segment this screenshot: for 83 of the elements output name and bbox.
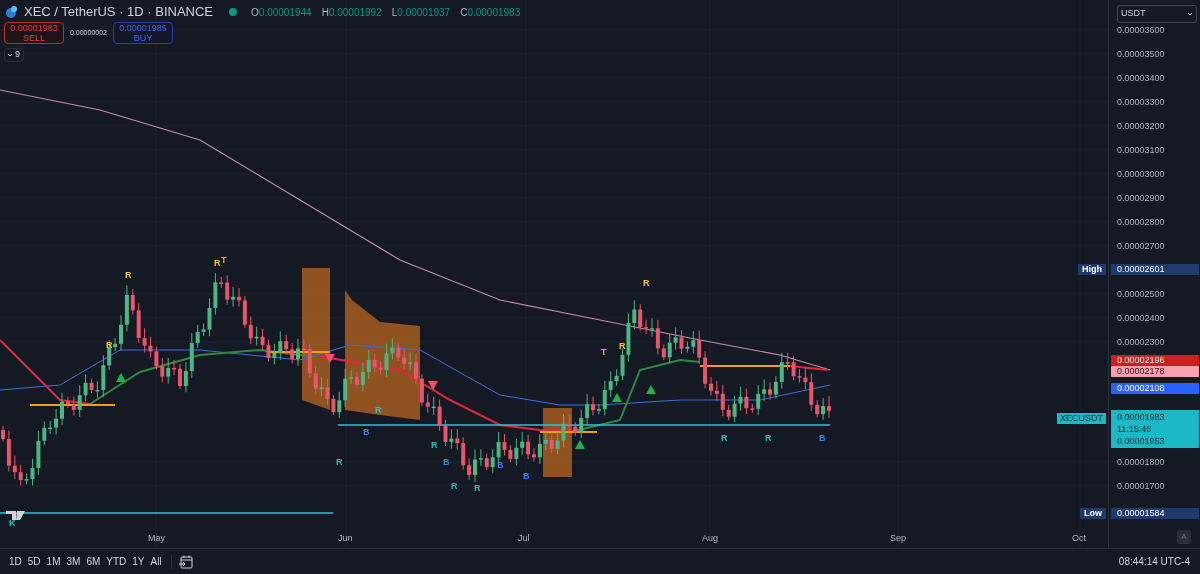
price-tick-label: 0.00003100 — [1117, 145, 1165, 155]
time-axis-label: Aug — [702, 532, 718, 545]
signal-label: R — [106, 340, 113, 350]
signal-label: T — [221, 255, 227, 265]
range-button[interactable]: 3M — [63, 554, 84, 569]
symbol-title: XEC / TetherUS · 1D · BINANCE — [24, 3, 214, 22]
price-extreme-value: 0.00002601 — [1111, 264, 1199, 276]
signal-label: B — [497, 460, 504, 470]
price-tick-label: 0.00002500 — [1117, 289, 1165, 299]
indicators-toggle[interactable]: 9 — [4, 48, 24, 62]
signal-label: R — [125, 270, 132, 280]
signal-label: R — [214, 258, 221, 268]
bar-countdown: 11:15:46 — [1117, 423, 1153, 436]
signal-label: B — [443, 457, 450, 467]
range-button[interactable]: YTD — [103, 554, 130, 569]
signal-label: R — [765, 433, 772, 443]
buy-triangle-icon — [116, 373, 126, 382]
buy-triangle-icon — [575, 440, 585, 449]
range-button[interactable]: 5D — [24, 554, 44, 569]
platform-logo-icon — [6, 511, 25, 520]
time-axis-label: Sep — [890, 532, 906, 545]
currency-dropdown[interactable]: USDT — [1117, 5, 1197, 23]
price-tick-label: 0.00003600 — [1117, 25, 1165, 35]
buy-triangle-icon — [646, 385, 656, 394]
sell-button[interactable]: 0.00001983 SELL — [4, 22, 64, 44]
buy-triangle-icon — [612, 393, 622, 402]
current-price-value: 0.00001983 — [1117, 411, 1166, 424]
price-tick-label: 0.00002900 — [1117, 193, 1165, 203]
signal-label: R — [619, 341, 626, 351]
time-axis-label: Jul — [518, 532, 530, 545]
signal-label: R — [375, 405, 382, 415]
signal-label: R — [451, 481, 458, 491]
time-axis-label: Oct — [1072, 532, 1086, 545]
range-button[interactable]: 1M — [43, 554, 64, 569]
current-price-value: 0.00001953 — [1117, 435, 1166, 448]
level-line — [539, 431, 598, 433]
signal-label: R — [474, 483, 481, 493]
price-extreme-value: 0.00001584 — [1111, 508, 1199, 520]
ohlc-value: O0.00001944 — [251, 5, 313, 20]
price-level-label: 0.00002178 — [1111, 365, 1199, 377]
ohlc-value: C0.00001983 — [460, 5, 522, 20]
price-level-label: 0.00002108 — [1111, 382, 1199, 394]
signal-label: R — [721, 433, 728, 443]
signal-label: R — [643, 278, 650, 288]
symbol-label: XECUSDT — [1057, 412, 1106, 424]
price-tick-label: 0.00002700 — [1117, 241, 1165, 251]
range-button[interactable]: 6M — [83, 554, 104, 569]
clock: 08:44:14 UTC-4 — [1118, 555, 1190, 569]
time-axis-label: May — [148, 532, 165, 545]
coin-logo-icon — [4, 5, 18, 19]
ohlc-value: H0.00001992 — [321, 5, 383, 20]
market-status-icon — [229, 8, 238, 16]
chevron-down-icon — [7, 52, 13, 58]
signal-label: B — [523, 471, 530, 481]
price-tick-label: 0.00003200 — [1117, 121, 1165, 131]
time-axis-label: Jun — [338, 532, 353, 545]
signal-label: R — [431, 440, 438, 450]
chevron-down-icon — [1187, 11, 1193, 17]
sell-triangle-icon — [428, 381, 438, 390]
signal-label: K — [9, 518, 16, 528]
price-level-label: 0.00002196 — [1111, 354, 1199, 366]
price-tick-label: 0.00002400 — [1117, 313, 1165, 323]
signal-label: B — [363, 427, 370, 437]
signal-label: B — [819, 433, 826, 443]
price-tick-label: 0.00003000 — [1117, 169, 1165, 179]
range-button[interactable]: 1Y — [129, 554, 148, 569]
range-button[interactable]: 1D — [6, 554, 25, 569]
price-tick-label: 0.00003300 — [1117, 97, 1165, 107]
range-button[interactable]: All — [147, 554, 165, 569]
ohlc-value: L0.00001937 — [391, 5, 452, 20]
price-tick-label: 0.00003400 — [1117, 73, 1165, 83]
date-range-button[interactable] — [177, 553, 194, 570]
price-tick-label: 0.00002800 — [1117, 217, 1165, 227]
sell-triangle-icon — [325, 354, 335, 363]
price-tick-label: 0.00001700 — [1117, 481, 1165, 491]
price-tick-label: 0.00003500 — [1117, 49, 1165, 59]
price-extreme-label: Low — [1080, 508, 1106, 520]
price-tick-label: 0.00002300 — [1117, 337, 1165, 347]
price-tick-label: 0.00001800 — [1117, 457, 1165, 467]
signal-label: R — [336, 457, 343, 467]
signal-label: T — [601, 347, 607, 357]
price-extreme-label: High — [1078, 264, 1106, 276]
buy-button[interactable]: 0.00001985 BUY — [113, 22, 173, 44]
